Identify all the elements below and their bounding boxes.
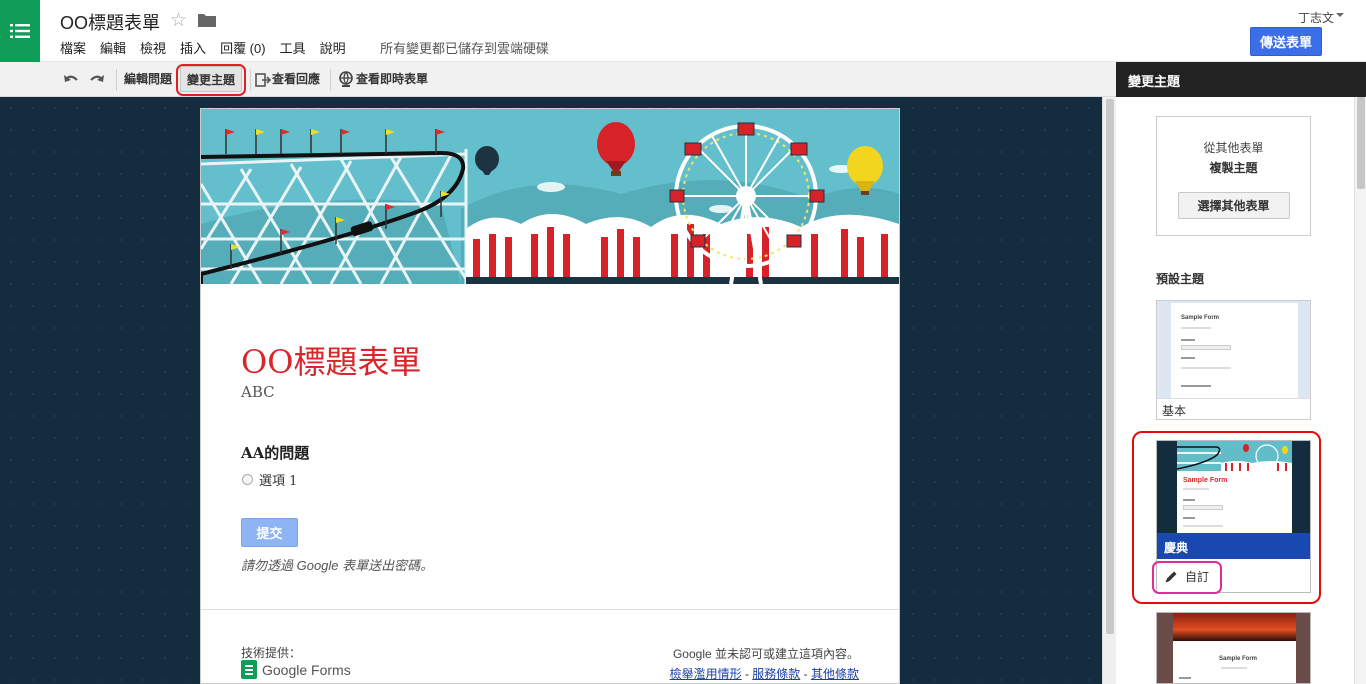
copy-theme-line1: 從其他表單 <box>1203 141 1264 155</box>
footer-links: 檢舉濫用情形 - 服務條款 - 其他條款 <box>670 665 859 682</box>
main-scrollbar[interactable] <box>1102 97 1116 684</box>
menu-responses[interactable]: 回覆 (0) <box>220 38 266 57</box>
thumbnail-preview: Sample Form <box>1177 471 1292 533</box>
folder-icon[interactable] <box>198 13 216 27</box>
redo-icon[interactable] <box>88 71 106 89</box>
logo-forms-text: Forms <box>311 661 351 678</box>
terms-link[interactable]: 服務條款 <box>752 667 800 681</box>
preset-themes-heading: 預設主題 <box>1156 272 1205 286</box>
view-responses-icon[interactable] <box>254 71 272 89</box>
option-radio[interactable] <box>242 474 253 485</box>
toolbar-divider <box>116 69 117 91</box>
theme-thumbnail-basic[interactable]: Sample Form 基本 <box>1156 300 1311 420</box>
send-form-button[interactable]: 傳送表單 <box>1250 27 1322 56</box>
menu-view[interactable]: 檢視 <box>140 38 166 57</box>
thumbnail-banner <box>1173 613 1296 641</box>
forms-app-icon[interactable] <box>0 0 40 62</box>
menu-bar: 檔案 編輯 檢視 插入 回覆 (0) 工具 說明 <box>60 38 360 57</box>
globe-link-icon[interactable] <box>337 71 355 89</box>
powered-by-label: 技術提供： <box>241 646 302 660</box>
link-separator: - <box>800 667 811 681</box>
copy-theme-box: 從其他表單 複製主題 選擇其他表單 <box>1156 116 1311 236</box>
theme-label-basic: 基本 <box>1157 398 1310 419</box>
thumbnail-sample-title: Sample Form <box>1219 656 1258 662</box>
form-title: OO標題表單 <box>241 343 422 381</box>
change-theme-button[interactable]: 變更主題 <box>180 66 242 92</box>
thumbnail-line <box>1181 357 1195 359</box>
thumbnail-sample-title: Sample Form <box>1183 477 1228 484</box>
thumbnail-line <box>1183 517 1195 519</box>
customize-theme-button[interactable]: 自訂 <box>1164 568 1209 585</box>
star-icon[interactable]: ☆ <box>170 9 187 32</box>
pencil-icon <box>1165 571 1177 582</box>
thumbnail-line <box>1183 525 1223 527</box>
content-disclaimer: Google 並未認可或建立這項內容。 <box>672 647 859 661</box>
google-forms-logo: Google Forms <box>241 660 351 679</box>
thumbnail-line <box>1179 677 1191 679</box>
undo-icon[interactable] <box>62 71 80 89</box>
form-preview-card: OO標題表單 ABC AA的問題 選項 1 提交 請勿透過 Google 表單送… <box>200 108 900 684</box>
choose-other-form-button[interactable]: 選擇其他表單 <box>1177 192 1290 219</box>
thumbnail-line <box>1181 327 1211 329</box>
thumbnail-banner <box>1177 441 1292 471</box>
festival-banner-image <box>201 109 899 284</box>
password-warning: 請勿透過 Google 表單送出密碼。 <box>241 558 434 573</box>
user-account[interactable]: 丁志文 <box>1298 9 1334 26</box>
menu-tools[interactable]: 工具 <box>280 38 306 57</box>
theme-panel-title: 變更主題 <box>1116 62 1366 97</box>
thumbnail-preview: Sample Form <box>1171 303 1298 398</box>
editor-toolbar: 編輯問題 查看回應 查看即時表單 <box>0 62 1116 97</box>
theme-thumbnail-sunset[interactable]: Sample Form <box>1156 612 1311 684</box>
form-description: ABC <box>241 383 275 401</box>
footer-divider <box>201 609 899 610</box>
link-separator: - <box>741 667 753 681</box>
thumbnail-line <box>1181 339 1195 341</box>
forms-logo-icon <box>241 660 257 679</box>
main-scrollbar-thumb[interactable] <box>1106 99 1114 634</box>
view-responses-button[interactable]: 查看回應 <box>272 70 320 89</box>
menu-help[interactable]: 說明 <box>320 38 346 57</box>
thumbnail-line <box>1181 345 1231 350</box>
thumbnail-line <box>1183 488 1209 490</box>
menu-insert[interactable]: 插入 <box>180 38 206 57</box>
question-title: AA的問題 <box>241 444 310 462</box>
thumbnail-preview: Sample Form <box>1173 641 1296 683</box>
thumbnail-line <box>1183 505 1223 510</box>
save-status: 所有變更都已儲存到雲端硬碟 <box>380 41 550 56</box>
copy-theme-line2: 複製主題 <box>1209 161 1258 175</box>
thumbnail-line <box>1183 499 1195 501</box>
menu-file[interactable]: 檔案 <box>60 38 86 57</box>
theme-panel-scrollbar-thumb[interactable] <box>1357 97 1365 189</box>
document-title[interactable]: OO標題表單 <box>60 9 160 35</box>
thumbnail-line <box>1181 367 1231 369</box>
thumbnail-line <box>1221 667 1247 669</box>
logo-google-text: Google <box>262 661 308 678</box>
submit-button[interactable]: 提交 <box>241 518 298 547</box>
toolbar-divider <box>250 69 251 91</box>
theme-panel-scrollbar[interactable] <box>1354 97 1366 684</box>
edit-questions-button[interactable]: 編輯問題 <box>124 70 172 89</box>
customize-label[interactable]: 自訂 <box>1185 568 1209 585</box>
view-live-form-button[interactable]: 查看即時表單 <box>356 70 428 89</box>
menu-edit[interactable]: 編輯 <box>100 38 126 57</box>
report-abuse-link[interactable]: 檢舉濫用情形 <box>670 667 742 681</box>
other-terms-link[interactable]: 其他條款 <box>811 667 859 681</box>
account-caret-icon[interactable] <box>1336 13 1344 17</box>
thumbnail-sample-title: Sample Form <box>1181 315 1220 321</box>
google-forms-wordmark: Google Forms <box>262 662 351 678</box>
option-label[interactable]: 選項 1 <box>259 470 297 489</box>
toolbar-divider <box>330 69 331 91</box>
thumbnail-line <box>1181 385 1211 387</box>
top-header: OO標題表單 ☆ 檔案 編輯 檢視 插入 回覆 (0) 工具 說明 所有變更都已… <box>0 0 1366 62</box>
theme-label-festival: 慶典 <box>1157 533 1310 559</box>
